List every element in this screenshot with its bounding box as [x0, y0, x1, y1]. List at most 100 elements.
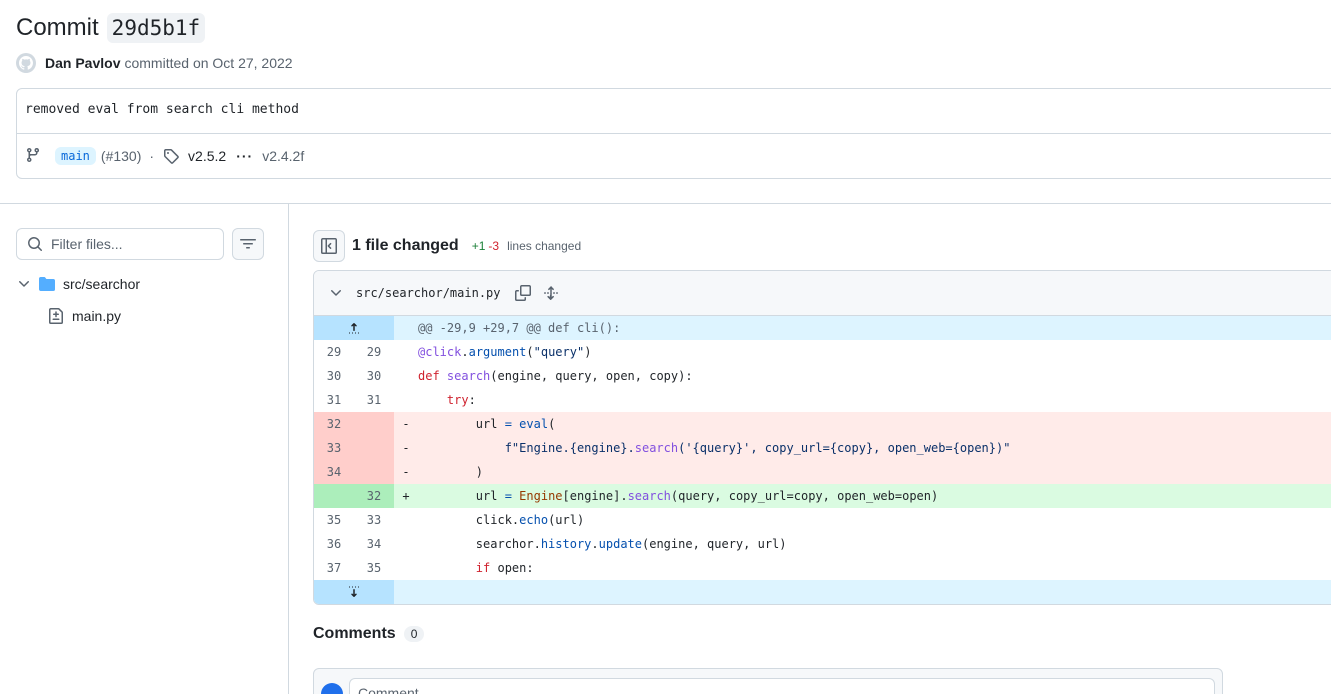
diff-line-context: 36 34 searchor.history.update(engine, que…	[314, 532, 1331, 556]
lines-changed-label: lines changed	[507, 239, 582, 253]
diff-sign	[394, 556, 418, 580]
new-line-number[interactable]: 35	[354, 556, 394, 580]
code-line: f"Engine.{engine}.search('{query}', copy…	[504, 441, 1011, 455]
comment-input[interactable]: Comment	[349, 678, 1215, 694]
diff-line-deleted: 32 - url = eval(	[314, 412, 1331, 436]
separator-dot: ·	[149, 148, 155, 164]
hunk-footer-row	[314, 580, 1331, 604]
old-line-number[interactable]: 31	[314, 388, 354, 412]
file-path[interactable]: src/searchor/main.py	[356, 286, 501, 300]
code-line: @click.argument("query")	[418, 345, 592, 359]
code-line: url = eval(	[418, 417, 556, 431]
new-line-number[interactable]	[354, 460, 394, 484]
filter-files-input[interactable]	[51, 236, 211, 252]
diff-line-context: 35 33 click.echo(url)	[314, 508, 1331, 532]
expand-up-icon	[346, 320, 362, 336]
old-line-number[interactable]: 29	[314, 340, 354, 364]
additions-count: +1	[471, 239, 486, 253]
folder-icon	[39, 276, 55, 292]
tree-file-item[interactable]: main.py	[48, 304, 121, 328]
diff-line-added: 32 + url = Engine[engine].search(query, c…	[314, 484, 1331, 508]
old-line-number[interactable]: 32	[314, 412, 354, 436]
file-diff: src/searchor/main.py @@ -29,9 +29,7 @@ d…	[313, 270, 1331, 605]
changes-header: 1 file changed +1 -3 lines changed	[313, 230, 581, 262]
new-line-number[interactable]	[354, 436, 394, 460]
commit-sha[interactable]: 29d5b1f	[106, 13, 206, 43]
diff-line-context: 31 31 try:	[314, 388, 1331, 412]
new-line-number[interactable]: 33	[354, 508, 394, 532]
new-line-number[interactable]: 34	[354, 532, 394, 556]
comments-title: Comments	[313, 625, 396, 642]
diff-lines: 29 29 @click.argument("query") 30 30 def sear…	[314, 340, 1331, 580]
diff-line-context: 29 29 @click.argument("query")	[314, 340, 1331, 364]
comments-count-badge: 0	[403, 626, 425, 642]
expand-all-icon[interactable]	[543, 285, 559, 301]
commit-title-label: Commit	[16, 14, 99, 41]
diff-line-context: 37 35 if open:	[314, 556, 1331, 580]
files-changed-count: 1 file changed	[352, 237, 459, 254]
toggle-sidebar-button[interactable]	[313, 230, 345, 262]
tag-icon	[163, 148, 179, 164]
new-line-number[interactable]	[354, 412, 394, 436]
avatar	[321, 683, 343, 694]
expand-down-button[interactable]	[314, 580, 394, 604]
chevron-down-icon[interactable]	[328, 285, 344, 301]
code-line: )	[418, 465, 484, 479]
old-line-number[interactable]: 34	[314, 460, 354, 484]
filter-options-button[interactable]	[232, 228, 264, 260]
search-icon	[27, 236, 43, 252]
commit-box: removed eval from search cli method main…	[16, 88, 1331, 179]
git-branch-icon	[25, 147, 41, 166]
header-divider	[0, 203, 1331, 204]
code-line: url = Engine[engine].search(query, copy_…	[418, 489, 939, 503]
copy-icon[interactable]	[514, 285, 531, 301]
committed-date: committed on Oct 27, 2022	[124, 55, 293, 71]
filter-icon	[240, 236, 256, 252]
sidebar-divider	[288, 204, 289, 694]
diff-sign	[394, 388, 418, 412]
code-line: if open:	[475, 561, 534, 575]
commit-title: Commit 29d5b1f	[16, 10, 206, 46]
new-line-number[interactable]: 32	[354, 484, 394, 508]
branch-link[interactable]: main	[55, 147, 96, 165]
diff-sign: -	[402, 441, 410, 455]
diff-line-deleted: 34 - )	[314, 460, 1331, 484]
code-line: try:	[446, 393, 476, 407]
filter-files-field[interactable]	[16, 228, 224, 260]
old-line-number[interactable]: 37	[314, 556, 354, 580]
new-line-number[interactable]: 30	[354, 364, 394, 388]
tree-folder-label: src/searchor	[63, 276, 141, 292]
tag-link-end[interactable]: v2.4.2f	[262, 148, 304, 164]
chevron-down-icon[interactable]	[16, 276, 32, 292]
code-line: def search(engine, query, open, copy):	[418, 369, 693, 383]
old-line-number[interactable]: 36	[314, 532, 354, 556]
tag-link[interactable]: v2.5.2	[188, 148, 226, 164]
old-line-number[interactable]: 30	[314, 364, 354, 388]
expand-up-button[interactable]	[314, 316, 394, 340]
hunk-header-row: @@ -29,9 +29,7 @@ def cli():	[314, 316, 1331, 340]
old-line-number[interactable]: 35	[314, 508, 354, 532]
deletions-count: -3	[488, 239, 500, 253]
sidebar-collapse-icon	[321, 238, 337, 254]
more-tags-button[interactable]: ···	[236, 148, 253, 164]
github-avatar-icon[interactable]	[16, 53, 36, 73]
author-row: Dan Pavlov committed on Oct 27, 2022	[16, 52, 293, 74]
tree-folder-item[interactable]: src/searchor	[16, 272, 140, 296]
file-diff-icon	[48, 308, 64, 324]
pr-link[interactable]: (#130)	[101, 148, 141, 164]
commit-message: removed eval from search cli method	[17, 89, 1331, 134]
code-line: click.echo(url)	[418, 513, 585, 527]
diff-line-context: 30 30 def search(engine, query, open, copy…	[314, 364, 1331, 388]
comment-composer: Comment	[313, 668, 1223, 694]
code-line: searchor.history.update(engine, query, u…	[418, 537, 787, 551]
diff-sign	[394, 364, 418, 388]
old-line-number[interactable]	[314, 484, 354, 508]
new-line-number[interactable]: 29	[354, 340, 394, 364]
file-diff-header: src/searchor/main.py	[314, 271, 1331, 316]
hunk-header-text: @@ -29,9 +29,7 @@ def cli():	[418, 321, 621, 335]
new-line-number[interactable]: 31	[354, 388, 394, 412]
old-line-number[interactable]: 33	[314, 436, 354, 460]
author-name[interactable]: Dan Pavlov	[45, 55, 120, 71]
expand-down-icon	[346, 584, 362, 600]
diff-sign: -	[402, 465, 410, 479]
